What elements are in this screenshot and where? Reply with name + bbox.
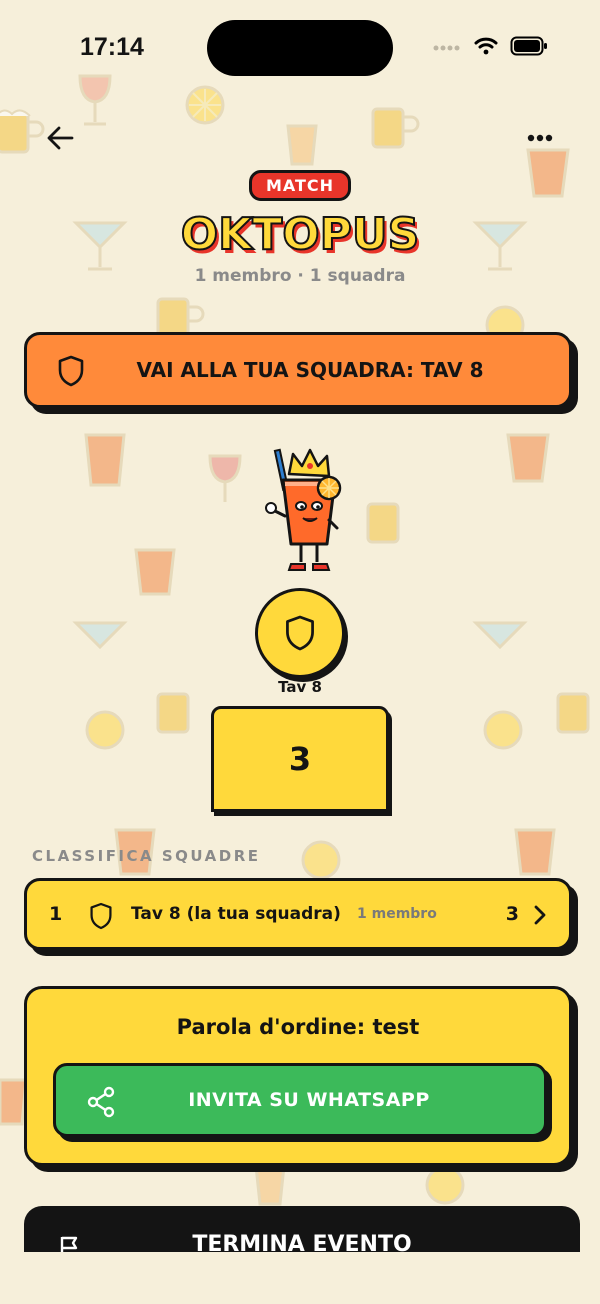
team-score: 3 <box>505 903 519 925</box>
top-navigation <box>0 112 600 160</box>
cellular-signal-icon <box>433 45 460 51</box>
back-button[interactable] <box>40 118 80 158</box>
event-password: Parola d'ordine: test <box>176 1015 420 1039</box>
invite-whatsapp-button[interactable]: INVITA SU WHATSAPP <box>53 1063 547 1137</box>
lemon-slice-deco <box>483 710 523 750</box>
event-subtitle: 1 membro · 1 squadra <box>194 266 406 286</box>
beer-mug-deco <box>366 502 400 544</box>
chevron-right-icon <box>534 905 546 925</box>
event-title: OKTOPUS <box>180 208 421 261</box>
leaderboard-row[interactable]: 1 Tav 8 (la tua squadra) 1 membro 3 <box>24 878 572 950</box>
rank-position: 1 <box>49 903 63 925</box>
martini-glass-deco <box>472 621 528 650</box>
shield-icon <box>90 902 112 930</box>
shield-icon <box>58 355 84 387</box>
lemon-slice-deco <box>425 1165 465 1205</box>
go-to-team-label: VAI ALLA TUA SQUADRA: TAV 8 <box>136 358 484 382</box>
status-icons <box>432 36 548 56</box>
share-icon <box>87 1086 115 1118</box>
team-name: Tav 8 (la tua squadra) <box>131 904 341 924</box>
invite-whatsapp-label: INVITA SU WHATSAPP <box>188 1089 430 1111</box>
status-time: 17:14 <box>80 33 144 61</box>
match-badge: MATCH <box>248 170 352 201</box>
first-place-team-medal[interactable] <box>255 588 345 678</box>
wifi-icon <box>474 37 498 55</box>
cocktail-glass-deco <box>84 433 126 487</box>
status-bar: 17:14 <box>0 0 600 96</box>
martini-glass-deco <box>72 621 128 650</box>
leaderboard-section-title: CLASSIFICA SQUADRE <box>32 847 261 865</box>
wine-glass-deco <box>208 454 242 502</box>
bottom-safe-area <box>0 1252 600 1304</box>
cocktail-glass-deco <box>134 548 176 596</box>
invite-card: Parola d'ordine: test INVITA SU WHATSAPP <box>24 986 572 1166</box>
shield-icon <box>286 615 314 651</box>
dynamic-island <box>207 20 393 76</box>
go-to-team-button[interactable]: VAI ALLA TUA SQUADRA: TAV 8 <box>24 332 572 408</box>
lemon-slice-deco <box>85 710 125 750</box>
shot-glass-deco <box>254 1164 286 1206</box>
cocktail-glass-deco <box>506 433 550 483</box>
first-place-team-name: Tav 8 <box>278 678 322 696</box>
ellipsis-icon <box>527 134 553 142</box>
team-member-count: 1 membro <box>357 906 437 922</box>
event-header: MATCH OKTOPUS 1 membro · 1 squadra <box>0 170 600 286</box>
more-options-button[interactable] <box>520 118 560 158</box>
arrow-left-icon <box>47 126 74 150</box>
cocktail-glass-deco <box>514 828 556 876</box>
spritz-mascot-illustration <box>265 448 342 571</box>
battery-icon <box>510 36 547 56</box>
first-place-podium-score: 3 <box>211 706 389 812</box>
